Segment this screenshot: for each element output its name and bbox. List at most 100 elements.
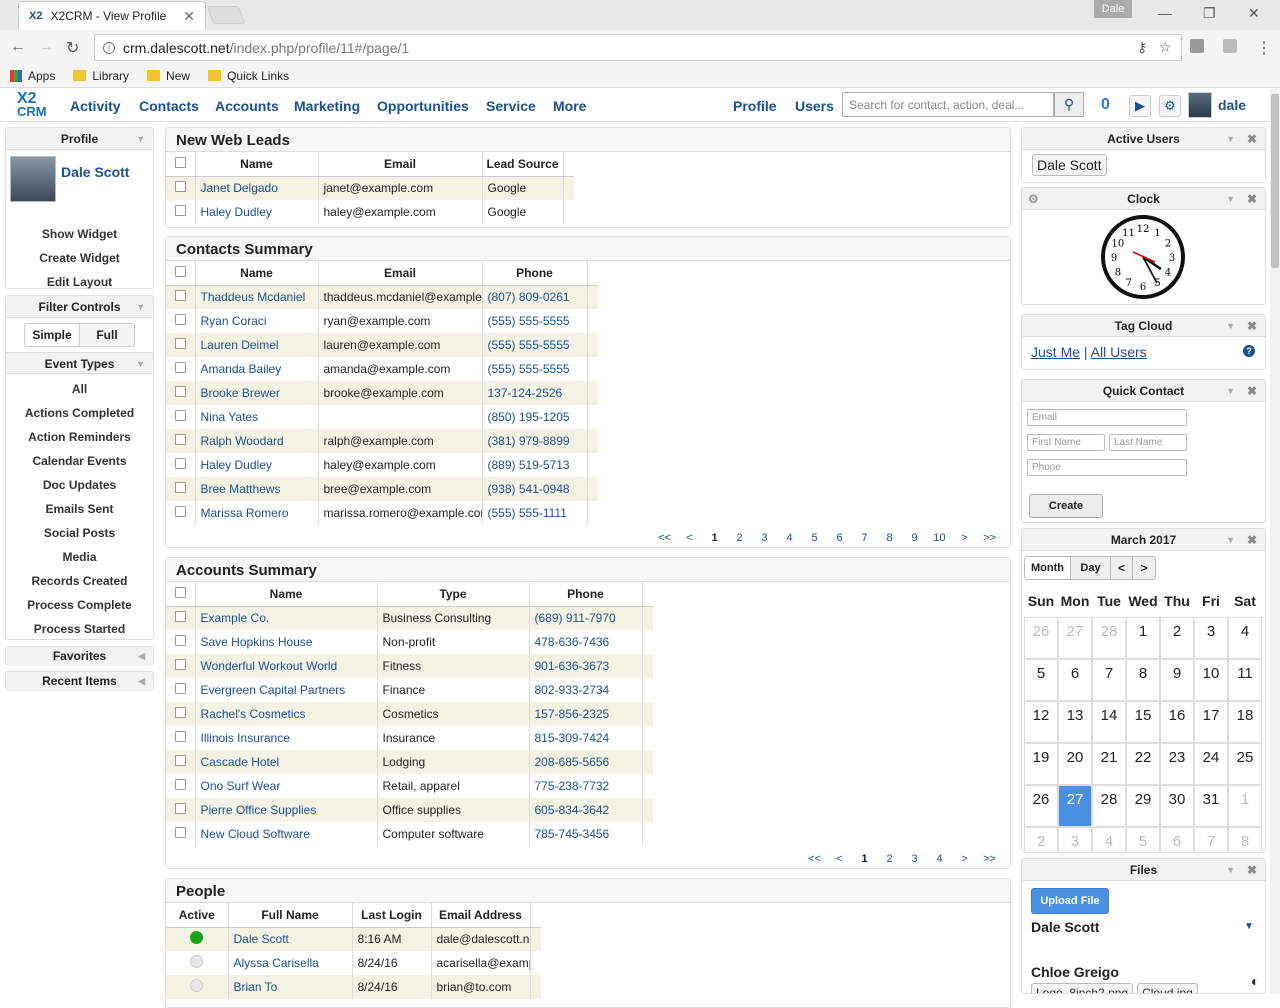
browser-tab[interactable]: X2 X2CRM - View Profile ✕ <box>18 1 206 30</box>
calendar-day[interactable]: 17 <box>1194 701 1228 743</box>
calendar-day[interactable]: 4 <box>1092 827 1126 852</box>
row-checkbox[interactable] <box>174 755 186 766</box>
record-link[interactable]: 137-124-2526 <box>488 386 563 400</box>
column-header[interactable]: Full Name <box>228 903 353 928</box>
close-widget-icon[interactable]: ✖ <box>1247 315 1257 337</box>
collapse-icon[interactable]: ▼ <box>136 296 145 318</box>
active-user-chip[interactable]: Dale Scott <box>1032 154 1107 176</box>
record-link[interactable]: Ralph Woodard <box>201 434 284 448</box>
info-icon[interactable]: i <box>103 41 115 54</box>
event-type-item[interactable]: Process Complete <box>6 593 153 617</box>
calendar-day[interactable]: 26 <box>1024 785 1058 827</box>
star-icon[interactable]: ☆ <box>1159 39 1172 56</box>
record-link[interactable]: (555) 555-5555 <box>488 314 570 328</box>
quick-contact-header[interactable]: Quick Contact ▼ ✖ <box>1022 380 1265 402</box>
file-chip[interactable]: Logo_8inch2.png <box>1031 983 1134 993</box>
scrollbar-thumb[interactable] <box>1271 94 1279 268</box>
select-all-checkbox[interactable] <box>174 156 186 168</box>
pager-link[interactable]: < <box>677 532 702 544</box>
record-link[interactable]: Illinois Insurance <box>201 731 290 745</box>
key-icon[interactable]: ⚷ <box>1137 39 1147 56</box>
row-checkbox[interactable] <box>174 482 186 493</box>
accounts-summary-title[interactable]: Accounts Summary <box>166 558 1010 582</box>
filter-controls-header[interactable]: Filter Controls ▼ <box>6 296 153 318</box>
gear-icon[interactable]: ⚙ <box>1028 188 1039 210</box>
active-users-header[interactable]: Active Users ▼ ✖ <box>1022 128 1265 150</box>
calendar-day[interactable]: 6 <box>1160 827 1194 852</box>
pager-link[interactable]: 8 <box>877 532 902 544</box>
calendar-day[interactable]: 9 <box>1160 659 1194 701</box>
row-checkbox[interactable] <box>174 635 186 646</box>
calendar-day[interactable]: 3 <box>1058 827 1092 852</box>
row-checkbox[interactable] <box>174 779 186 790</box>
column-header[interactable]: Type <box>377 582 530 607</box>
close-widget-icon[interactable]: ✖ <box>1247 529 1257 551</box>
record-link[interactable]: (555) 555-1111 <box>488 506 567 520</box>
select-all-checkbox[interactable] <box>174 586 186 598</box>
tag-all-users-link[interactable]: All Users <box>1091 344 1147 360</box>
pager-link[interactable]: 5 <box>802 532 827 544</box>
pager-link[interactable]: 4 <box>777 532 802 544</box>
close-window-icon[interactable]: ✕ <box>1248 5 1260 22</box>
minimize-widget-icon[interactable]: ▼ <box>1226 188 1235 210</box>
new-tab-button[interactable] <box>206 6 246 24</box>
calendar-day[interactable]: 29 <box>1126 785 1160 827</box>
row-checkbox[interactable] <box>174 827 186 838</box>
bookmark-new[interactable]: New <box>147 69 190 83</box>
quick-contact-first-name-field[interactable]: First Name <box>1027 434 1105 451</box>
contrast-icon[interactable]: ◐ <box>1251 973 1259 989</box>
calendar-day[interactable]: 23 <box>1160 743 1194 785</box>
row-checkbox[interactable] <box>174 410 186 421</box>
column-header[interactable]: Active <box>166 903 229 928</box>
record-link[interactable]: 901-636-3673 <box>535 659 610 673</box>
calendar-day[interactable]: 8 <box>1228 827 1262 852</box>
chevron-down-icon[interactable]: ▼ <box>1244 921 1254 932</box>
event-type-item[interactable]: Doc Updates <box>6 473 153 497</box>
edit-layout-link[interactable]: Edit Layout <box>6 270 153 294</box>
record-link[interactable]: Cascade Hotel <box>201 755 280 769</box>
row-checkbox[interactable] <box>174 205 186 216</box>
event-type-item[interactable]: Process Started <box>6 617 153 641</box>
record-link[interactable]: Ryan Coraci <box>201 314 267 328</box>
calendar-day[interactable]: 2 <box>1160 617 1194 659</box>
row-checkbox[interactable] <box>174 659 186 670</box>
media-icon[interactable]: ▶ <box>1129 95 1151 117</box>
calendar-day[interactable]: 16 <box>1160 701 1194 743</box>
calendar-day[interactable]: 3 <box>1194 617 1228 659</box>
record-link[interactable]: 775-238-7732 <box>535 779 610 793</box>
column-header[interactable]: Phone <box>482 261 588 286</box>
record-link[interactable]: (889) 519-5713 <box>488 458 570 472</box>
record-link[interactable]: Rachel's Cosmetics <box>201 707 306 721</box>
profile-name[interactable]: Dale Scott <box>61 164 129 180</box>
row-checkbox[interactable] <box>174 707 186 718</box>
user-link[interactable]: Alyssa Carisella <box>234 956 319 970</box>
row-checkbox[interactable] <box>174 434 186 445</box>
pager-link[interactable]: << <box>652 532 677 544</box>
close-tab-icon[interactable]: ✕ <box>183 8 195 25</box>
expand-icon[interactable]: ◀ <box>138 672 145 691</box>
next-month-button[interactable]: > <box>1133 557 1155 579</box>
calendar-day[interactable]: 18 <box>1228 701 1262 743</box>
record-link[interactable]: Brooke Brewer <box>201 386 280 400</box>
column-header[interactable]: Phone <box>529 582 643 607</box>
record-link[interactable]: Thaddeus Mcdaniel <box>201 290 306 304</box>
pager-link[interactable]: < <box>827 853 852 865</box>
record-link[interactable]: 815-309-7424 <box>535 731 610 745</box>
tag-cloud-header[interactable]: Tag Cloud ▼ ✖ <box>1022 315 1265 337</box>
bookmark-library[interactable]: Library <box>73 69 129 83</box>
calendar-header[interactable]: March 2017 ▼ ✖ <box>1022 529 1265 551</box>
calendar-day[interactable]: 5 <box>1024 659 1058 701</box>
calendar-day[interactable]: 2 <box>1024 827 1058 852</box>
nav-activity[interactable]: Activity <box>70 98 121 114</box>
record-link[interactable]: (555) 555-5555 <box>488 338 570 352</box>
record-link[interactable]: 802-933-2734 <box>535 683 610 697</box>
help-icon[interactable]: ? <box>1243 345 1255 357</box>
column-header[interactable]: Name <box>195 261 319 286</box>
minimize-widget-icon[interactable]: ▼ <box>1226 529 1235 551</box>
record-link[interactable]: Nina Yates <box>201 410 259 424</box>
row-checkbox[interactable] <box>174 314 186 325</box>
pager-link[interactable]: 2 <box>877 853 902 865</box>
minimize-widget-icon[interactable]: ▼ <box>1226 859 1235 881</box>
record-link[interactable]: Pierre Office Supplies <box>201 803 317 817</box>
row-checkbox[interactable] <box>174 362 186 373</box>
